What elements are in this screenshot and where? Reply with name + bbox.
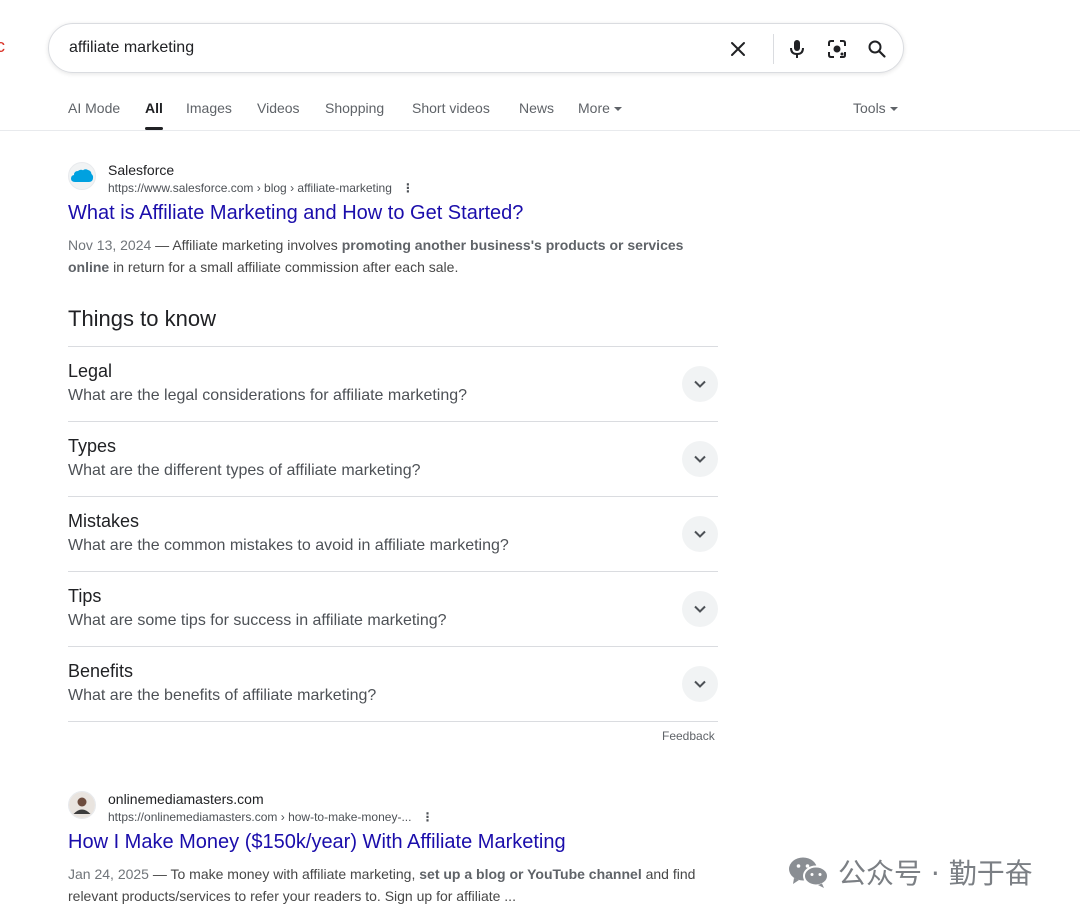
tab-more-label: More: [578, 100, 610, 116]
item-heading: Types: [68, 436, 117, 456]
edge-glyph: c: [0, 36, 5, 56]
item-question: What are the legal considerations for af…: [68, 387, 468, 404]
item-question: What are the benefits of affiliate marke…: [68, 687, 377, 704]
item-heading: Benefits: [68, 661, 134, 681]
result-site-name: Salesforce: [108, 162, 175, 178]
snippet-text: in return for a small affiliate commissi…: [109, 259, 459, 275]
item-heading: Tips: [68, 586, 102, 606]
result-url-text: https://www.salesforce.com › blog › affi…: [108, 181, 392, 195]
snippet-text: Affiliate marketing involves: [172, 237, 342, 253]
microphone-icon[interactable]: [784, 36, 810, 62]
things-to-know-list: Legal What are the legal considerations …: [68, 346, 718, 722]
result-url: https://www.salesforce.com › blog › affi…: [108, 181, 414, 195]
tab-images[interactable]: Images: [186, 100, 232, 116]
chevron-down-icon[interactable]: [682, 591, 718, 627]
result-date: Jan 24, 2025: [68, 866, 149, 882]
result-snippet: Nov 13, 2024 — Affiliate marketing invol…: [68, 234, 728, 278]
search-bar-divider: [773, 34, 774, 64]
tools-label: Tools: [853, 100, 886, 116]
things-to-know-title: Things to know: [68, 306, 216, 331]
item-question: What are the different types of affiliat…: [68, 462, 421, 479]
more-options-icon[interactable]: ⋮: [421, 810, 433, 824]
chevron-down-icon[interactable]: [682, 666, 718, 702]
result-url: https://onlinemediamasters.com › how-to-…: [108, 810, 433, 824]
search-tabs: AI Mode All Images Videos Shopping Short…: [0, 94, 1080, 131]
result-separator: —: [151, 237, 173, 253]
wechat-icon: [789, 857, 829, 888]
result-site-name: onlinemediamasters.com: [108, 791, 264, 807]
active-tab-indicator: [145, 127, 163, 130]
things-to-know-item-mistakes[interactable]: Mistakes What are the common mistakes to…: [68, 497, 718, 572]
result-title-link[interactable]: What is Affiliate Marketing and How to G…: [68, 202, 523, 225]
result-snippet: Jan 24, 2025 — To make money with affili…: [68, 863, 728, 907]
chevron-down-icon: [889, 107, 898, 112]
camera-lens-icon[interactable]: [824, 36, 850, 62]
tab-shopping[interactable]: Shopping: [325, 100, 384, 116]
result-url-text: https://onlinemediamasters.com › how-to-…: [108, 810, 412, 824]
snippet-highlight: set up a blog or YouTube channel: [419, 866, 642, 882]
tab-ai-mode[interactable]: AI Mode: [68, 100, 120, 116]
search-result: Salesforce https://www.salesforce.com › …: [68, 162, 728, 282]
feedback-link[interactable]: Feedback: [662, 729, 715, 743]
things-to-know-item-benefits[interactable]: Benefits What are the benefits of affili…: [68, 647, 718, 722]
chevron-down-icon: [613, 107, 622, 112]
chevron-down-icon[interactable]: [682, 366, 718, 402]
item-heading: Mistakes: [68, 511, 140, 531]
watermark: 公众号 · 勤于奋: [788, 852, 1033, 892]
search-result: onlinemediamasters.com https://onlinemed…: [68, 791, 728, 911]
tab-all[interactable]: All: [145, 100, 163, 116]
more-options-icon[interactable]: ⋮: [402, 181, 414, 195]
item-question: What are some tips for success in affili…: [68, 612, 447, 629]
search-bar: [48, 23, 904, 73]
search-icon[interactable]: [864, 36, 890, 62]
close-icon[interactable]: [725, 36, 751, 62]
tab-news[interactable]: News: [519, 100, 554, 116]
watermark-text: 公众号 · 勤于奋: [838, 857, 1033, 890]
tab-videos[interactable]: Videos: [257, 100, 300, 116]
result-separator: —: [148, 866, 171, 882]
snippet-text: To make money with affiliate marketing,: [170, 866, 420, 882]
avatar: [68, 791, 96, 819]
tools-button[interactable]: Tools: [853, 100, 898, 116]
item-heading: Legal: [68, 361, 113, 381]
tab-short-videos[interactable]: Short videos: [412, 100, 490, 116]
chevron-down-icon[interactable]: [682, 441, 718, 477]
things-to-know-item-types[interactable]: Types What are the different types of af…: [68, 422, 718, 497]
item-question: What are the common mistakes to avoid in…: [68, 537, 509, 554]
result-title-link[interactable]: How I Make Money ($150k/year) With Affil…: [68, 831, 566, 854]
salesforce-logo-icon: [68, 162, 96, 190]
tab-more[interactable]: More: [578, 100, 622, 116]
things-to-know-item-tips[interactable]: Tips What are some tips for success in a…: [68, 572, 718, 647]
result-date: Nov 13, 2024: [68, 237, 152, 253]
things-to-know-item-legal[interactable]: Legal What are the legal considerations …: [68, 347, 718, 422]
chevron-down-icon[interactable]: [682, 516, 718, 552]
search-input[interactable]: [69, 37, 709, 59]
